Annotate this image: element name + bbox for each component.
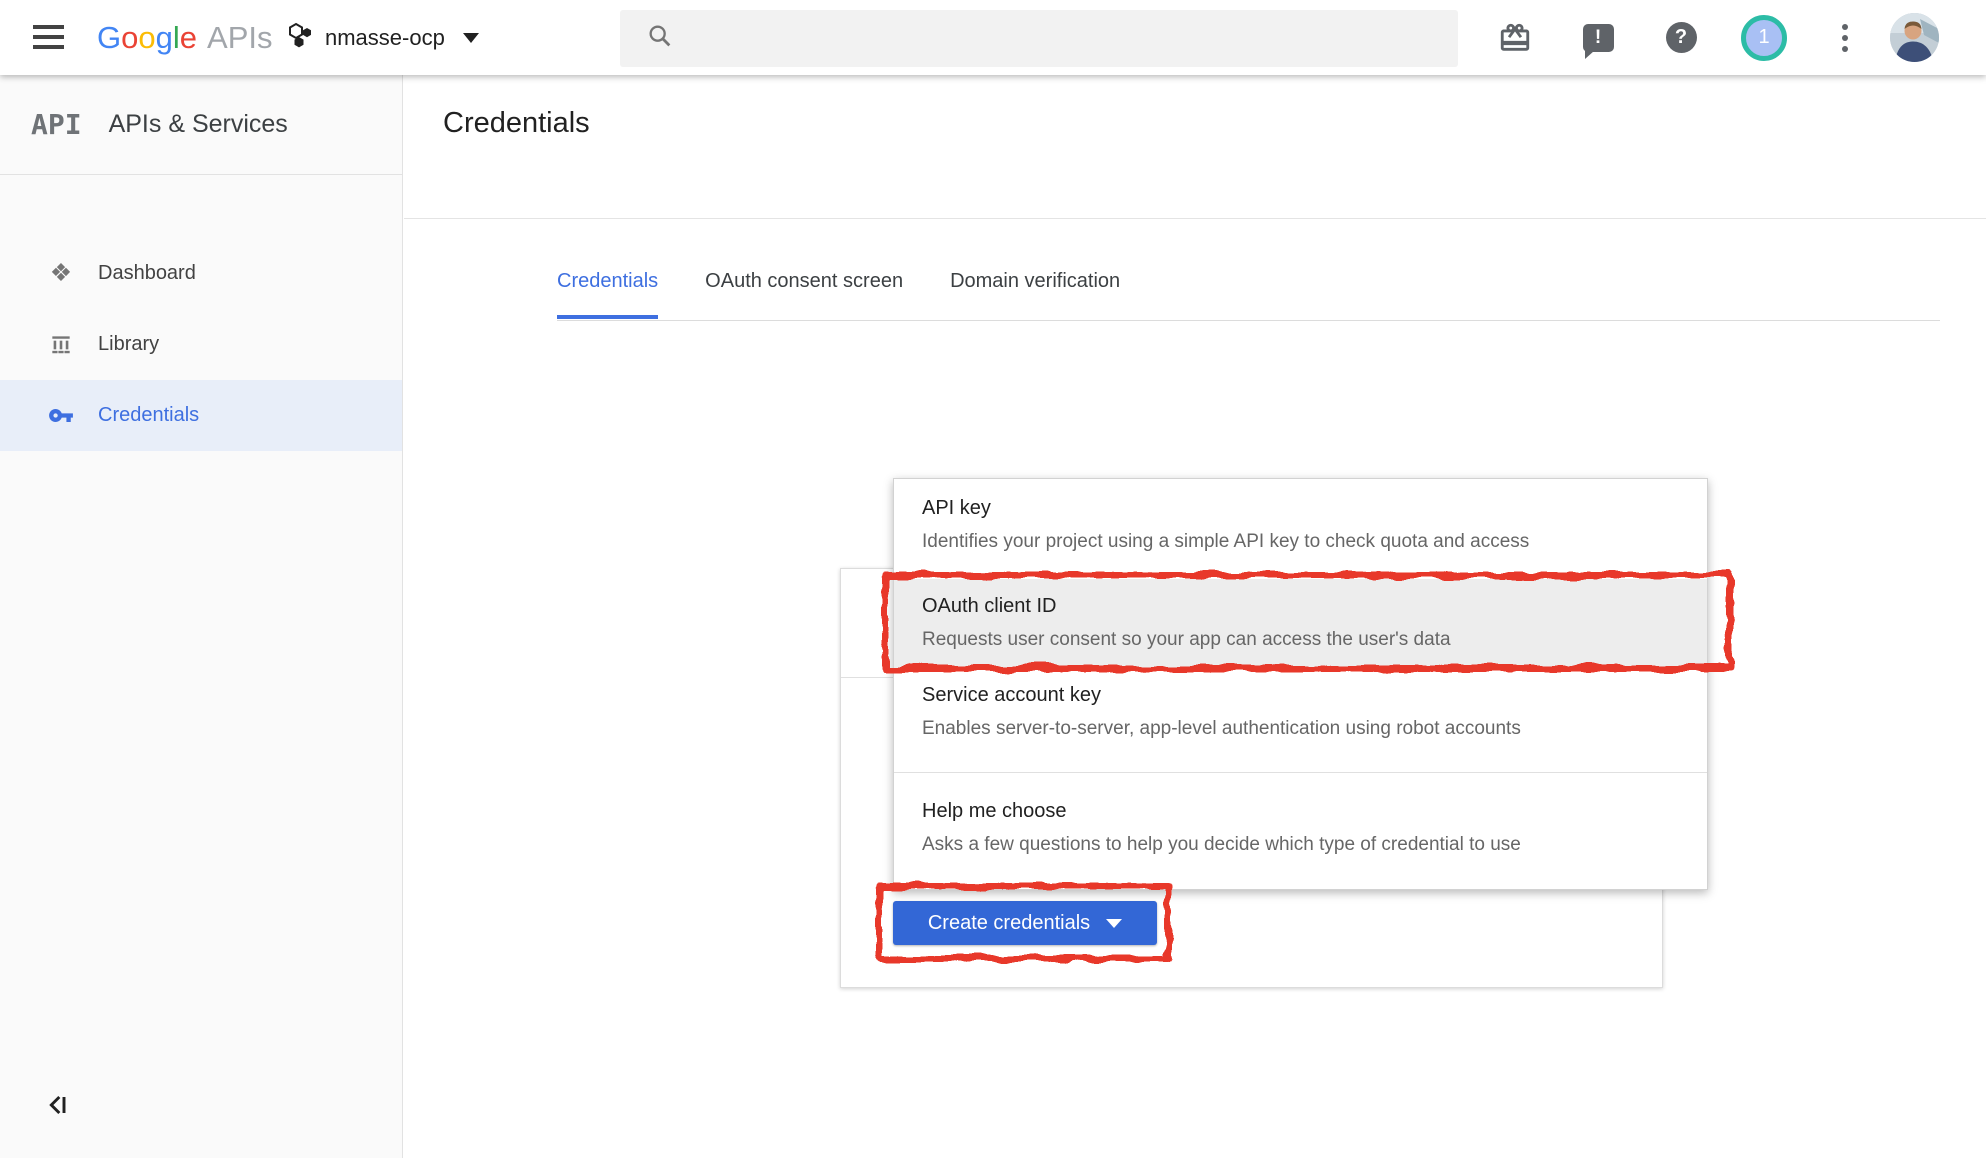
key-icon: [48, 402, 74, 429]
tab-domain-verification[interactable]: Domain verification: [950, 270, 1120, 319]
sidebar-item-label: Credentials: [98, 404, 199, 427]
google-apis-logo: Google APIs: [97, 0, 272, 75]
menu-item-title: API key: [922, 497, 1679, 520]
sidebar-item-library[interactable]: Library: [0, 309, 402, 380]
menu-item-oauth-client-id[interactable]: OAuth client ID Requests user consent so…: [894, 579, 1707, 669]
logo-letter: o: [138, 20, 155, 56]
chevron-down-icon: [1106, 919, 1122, 928]
logo-letter: e: [180, 20, 197, 56]
menu-item-description: Enables server-to-server, app-level auth…: [922, 718, 1679, 740]
app-bar: Google APIs nmasse-ocp: [0, 0, 1986, 75]
header-divider: [404, 218, 1986, 219]
menu-item-description: Requests user consent so your app can ac…: [922, 629, 1679, 651]
collapse-sidebar-icon[interactable]: [40, 1087, 76, 1123]
chevron-down-icon: [463, 33, 479, 43]
tab-credentials[interactable]: Credentials: [557, 270, 658, 319]
menu-item-title: Help me choose: [922, 800, 1679, 823]
tab-bar-baseline: [557, 320, 1940, 321]
create-credentials-label: Create credentials: [928, 912, 1090, 935]
tab-bar: Credentials OAuth consent screen Domain …: [557, 270, 1120, 319]
dashboard-icon: ❖: [48, 261, 74, 286]
sidebar: API APIs & Services ❖ Dashboard Library: [0, 75, 403, 1158]
notification-count: 1: [1758, 26, 1769, 49]
create-credentials-button[interactable]: Create credentials: [893, 901, 1157, 945]
api-product-icon: API: [31, 108, 82, 141]
search-bar[interactable]: [620, 10, 1458, 67]
menu-item-description: Asks a few questions to help you decide …: [922, 834, 1679, 856]
sidebar-item-label: Library: [98, 333, 159, 356]
notification-badge[interactable]: 1: [1739, 0, 1789, 75]
logo-letter: G: [97, 20, 121, 56]
sidebar-item-credentials[interactable]: Credentials: [0, 380, 402, 451]
search-icon: [646, 22, 674, 55]
tab-oauth-consent-screen[interactable]: OAuth consent screen: [705, 270, 903, 319]
avatar[interactable]: [1888, 0, 1940, 75]
logo-letter: l: [173, 20, 180, 56]
feedback-glyph: !: [1595, 27, 1601, 49]
page-title: Credentials: [443, 107, 590, 140]
menu-item-api-key[interactable]: API key Identifies your project using a …: [894, 497, 1707, 553]
menu-item-help-me-choose[interactable]: Help me choose Asks a few questions to h…: [894, 800, 1707, 856]
gift-icon[interactable]: [1494, 0, 1536, 75]
feedback-icon[interactable]: !: [1578, 0, 1618, 75]
google-apis-console-page: Google APIs nmasse-ocp: [0, 0, 1986, 1158]
library-icon: [48, 332, 74, 358]
hamburger-menu-icon[interactable]: [33, 25, 64, 50]
sidebar-item-label: Dashboard: [98, 262, 196, 285]
project-name: nmasse-ocp: [325, 25, 445, 51]
logo-letter: o: [121, 20, 138, 56]
help-icon[interactable]: ?: [1661, 0, 1701, 75]
sidebar-item-dashboard[interactable]: ❖ Dashboard: [0, 238, 402, 309]
menu-divider: [894, 772, 1707, 773]
sidebar-product-header: API APIs & Services: [0, 75, 402, 175]
sidebar-nav: ❖ Dashboard Library: [0, 238, 402, 451]
product-name: APIs & Services: [109, 110, 288, 139]
logo-suffix: APIs: [207, 20, 272, 56]
menu-item-title: Service account key: [922, 684, 1679, 707]
more-vert-icon[interactable]: [1834, 0, 1856, 75]
logo-letter: g: [156, 20, 173, 56]
menu-item-description: Identifies your project using a simple A…: [922, 531, 1679, 553]
search-input[interactable]: [690, 27, 1458, 50]
project-selector[interactable]: nmasse-ocp: [288, 0, 479, 75]
project-hexagons-icon: [288, 21, 313, 54]
menu-item-service-account-key[interactable]: Service account key Enables server-to-se…: [894, 684, 1707, 740]
menu-item-title: OAuth client ID: [922, 595, 1679, 618]
help-glyph: ?: [1675, 26, 1687, 49]
create-credentials-menu: API key Identifies your project using a …: [893, 478, 1708, 890]
